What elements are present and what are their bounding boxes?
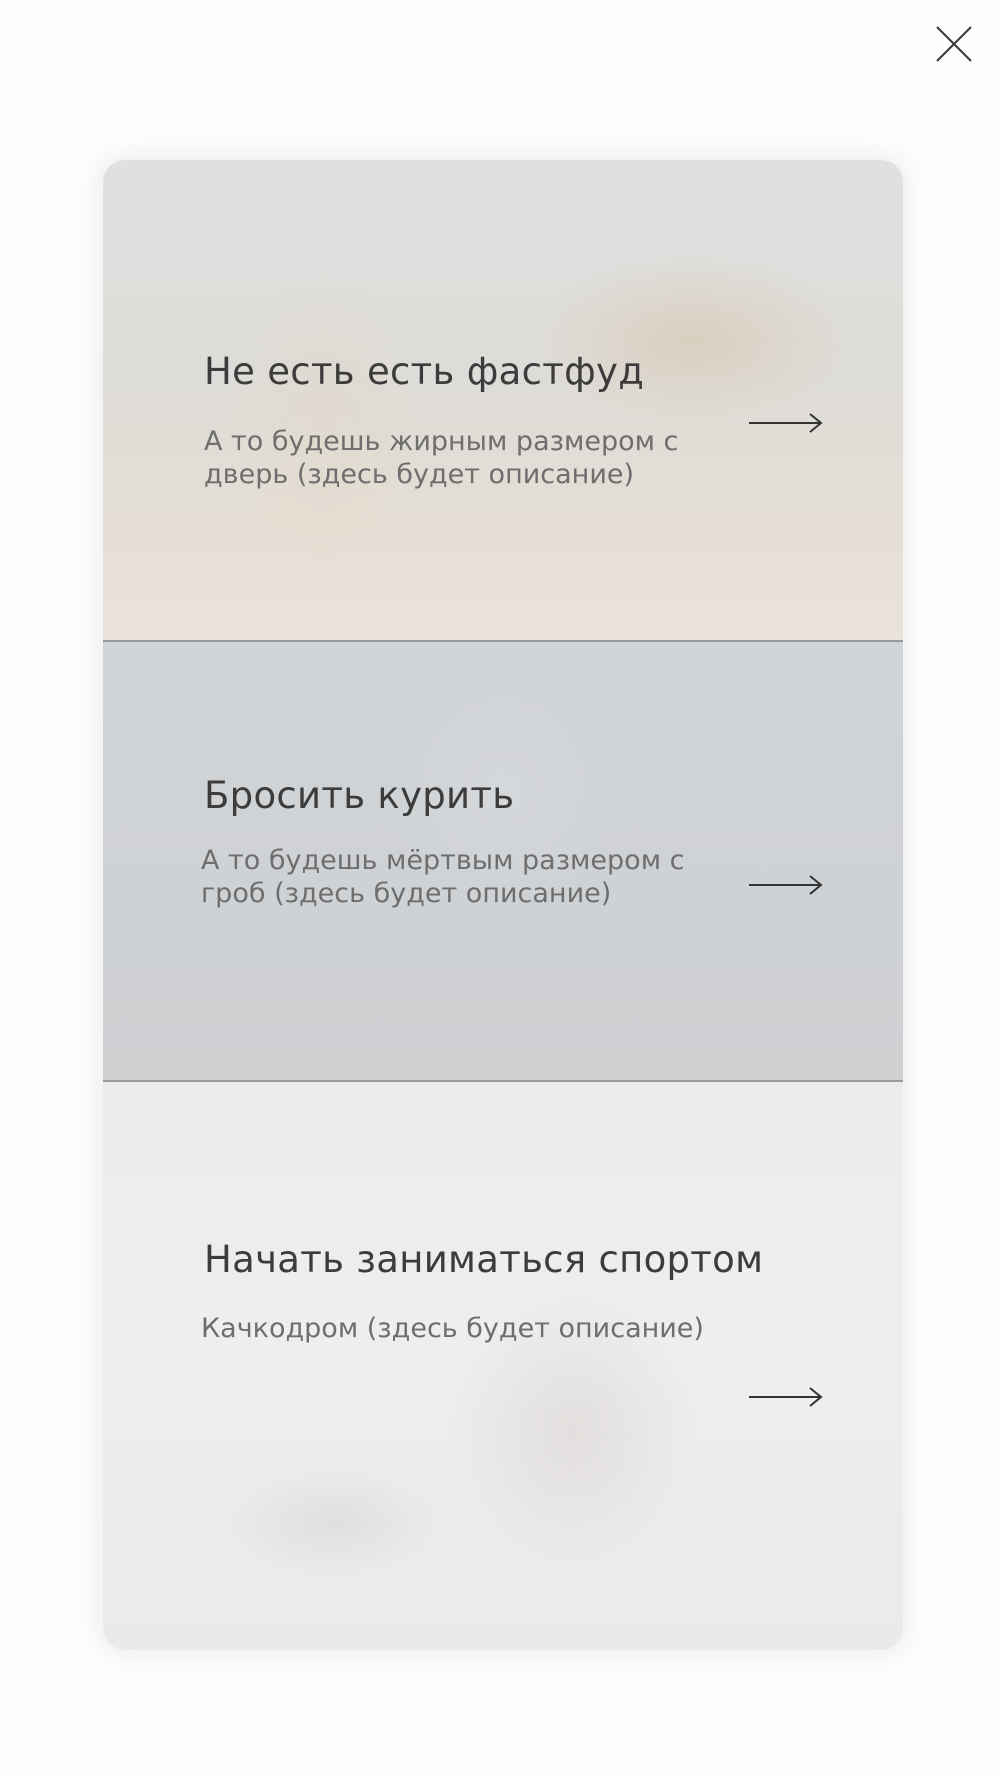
divider bbox=[103, 640, 903, 642]
goal-title: Бросить курить bbox=[204, 774, 515, 817]
arrow-right-icon bbox=[748, 411, 824, 435]
close-icon bbox=[936, 26, 972, 62]
goal-description: А то будешь жирным размером с дверь (зде… bbox=[204, 426, 679, 490]
close-button[interactable] bbox=[934, 24, 974, 64]
arrow-right-icon bbox=[748, 1385, 824, 1409]
goal-card-sport[interactable]: Начать заниматься спортом Качкодром (зде… bbox=[103, 1081, 903, 1650]
goal-title: Начать заниматься спортом bbox=[204, 1238, 764, 1281]
arrow-right-icon bbox=[748, 873, 824, 897]
goal-title: Не есть есть фастфуд bbox=[204, 350, 645, 393]
goal-description: Качкодром (здесь будет описание) bbox=[201, 1313, 704, 1344]
goal-card-fastfood[interactable]: Не есть есть фастфуд А то будешь жирным … bbox=[103, 160, 903, 641]
goal-description: А то будешь мёртвым размером с гроб (зде… bbox=[201, 845, 685, 909]
goal-card-quit-smoking[interactable]: Бросить курить А то будешь мёртвым разме… bbox=[103, 641, 903, 1081]
goals-list: Не есть есть фастфуд А то будешь жирным … bbox=[103, 160, 903, 1650]
divider bbox=[103, 1080, 903, 1082]
